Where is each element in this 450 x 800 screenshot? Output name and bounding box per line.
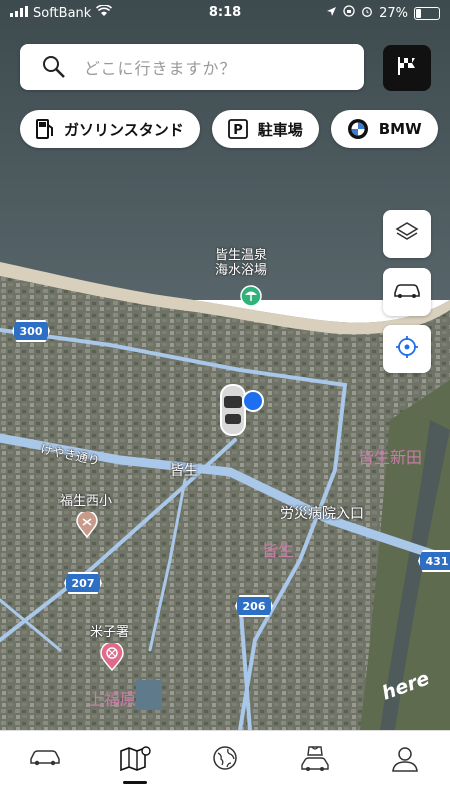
route-shield-300: 300	[12, 320, 50, 342]
parking-icon: P	[227, 119, 248, 139]
status-bar: SoftBank 8:18 27%	[0, 0, 450, 26]
location-target-icon	[394, 334, 420, 364]
beach-poi-icon[interactable]	[240, 285, 262, 311]
bmw-logo-icon	[347, 118, 369, 140]
tab-bar	[0, 730, 450, 800]
search-icon	[34, 44, 74, 90]
tab-profile[interactable]	[380, 745, 430, 785]
poi-label-fukuseinishi: 福生西小	[60, 494, 113, 509]
poi-label-rosai: 労災病院入口	[280, 506, 364, 522]
chip-bmw[interactable]: BMW	[330, 110, 438, 148]
active-tab-indicator	[123, 781, 147, 784]
location-dot-icon	[242, 390, 264, 416]
car-icon	[28, 745, 62, 771]
route-shield-431: 431	[418, 550, 450, 572]
car-icon	[392, 280, 422, 304]
poi-label-yonago-police: 米子署	[90, 625, 130, 640]
school-poi-icon[interactable]	[76, 510, 98, 542]
shopping-car-icon	[299, 745, 331, 777]
chip-gas-station[interactable]: ガソリンスタンド	[20, 110, 200, 148]
chip-label: 駐車場	[257, 120, 303, 139]
tab-explore[interactable]	[200, 745, 250, 785]
layers-button[interactable]	[383, 210, 431, 258]
battery-percent: 27%	[379, 5, 408, 21]
gas-station-icon	[36, 119, 54, 139]
area-label-kaike-shinden: 皆生新田	[358, 448, 423, 467]
locate-button[interactable]	[383, 325, 431, 373]
map-icon	[119, 745, 151, 775]
place-label-kaike: 皆生	[170, 463, 198, 479]
route-shield-207: 207	[64, 572, 102, 594]
battery-icon	[414, 6, 440, 20]
tab-shop[interactable]	[290, 745, 340, 785]
alarm-icon	[361, 5, 373, 21]
category-chips: ガソリンスタンド P 駐車場 BMW	[20, 110, 438, 148]
chip-parking[interactable]: P 駐車場	[211, 110, 319, 148]
tab-map[interactable]	[110, 745, 160, 785]
search-placeholder: どこに行きますか？	[84, 59, 237, 78]
chip-label: BMW	[378, 120, 422, 138]
area-label-kamifukuhara: 上福原	[88, 690, 137, 709]
lock-rotation-icon	[343, 5, 355, 21]
vehicle-button[interactable]	[383, 268, 431, 316]
checkered-flag-icon	[395, 54, 419, 82]
police-poi-icon[interactable]	[100, 641, 124, 675]
status-right: 27%	[326, 5, 440, 21]
svg-text:P: P	[233, 123, 243, 138]
chip-label: ガソリンスタンド	[64, 120, 184, 139]
profile-icon	[390, 745, 420, 777]
globe-icon	[212, 745, 238, 775]
area-label-kaike: 皆生	[262, 541, 295, 560]
poi-label-onsen: 皆生温泉 海水浴場	[215, 248, 268, 278]
layers-icon	[394, 219, 420, 249]
search-bar[interactable]: どこに行きますか？	[20, 44, 364, 90]
battery-fill	[416, 8, 422, 18]
location-arrow-icon	[326, 6, 337, 21]
route-shield-206: 206	[235, 595, 273, 617]
destination-flag-button[interactable]	[383, 45, 431, 91]
tab-vehicle[interactable]	[20, 745, 70, 785]
